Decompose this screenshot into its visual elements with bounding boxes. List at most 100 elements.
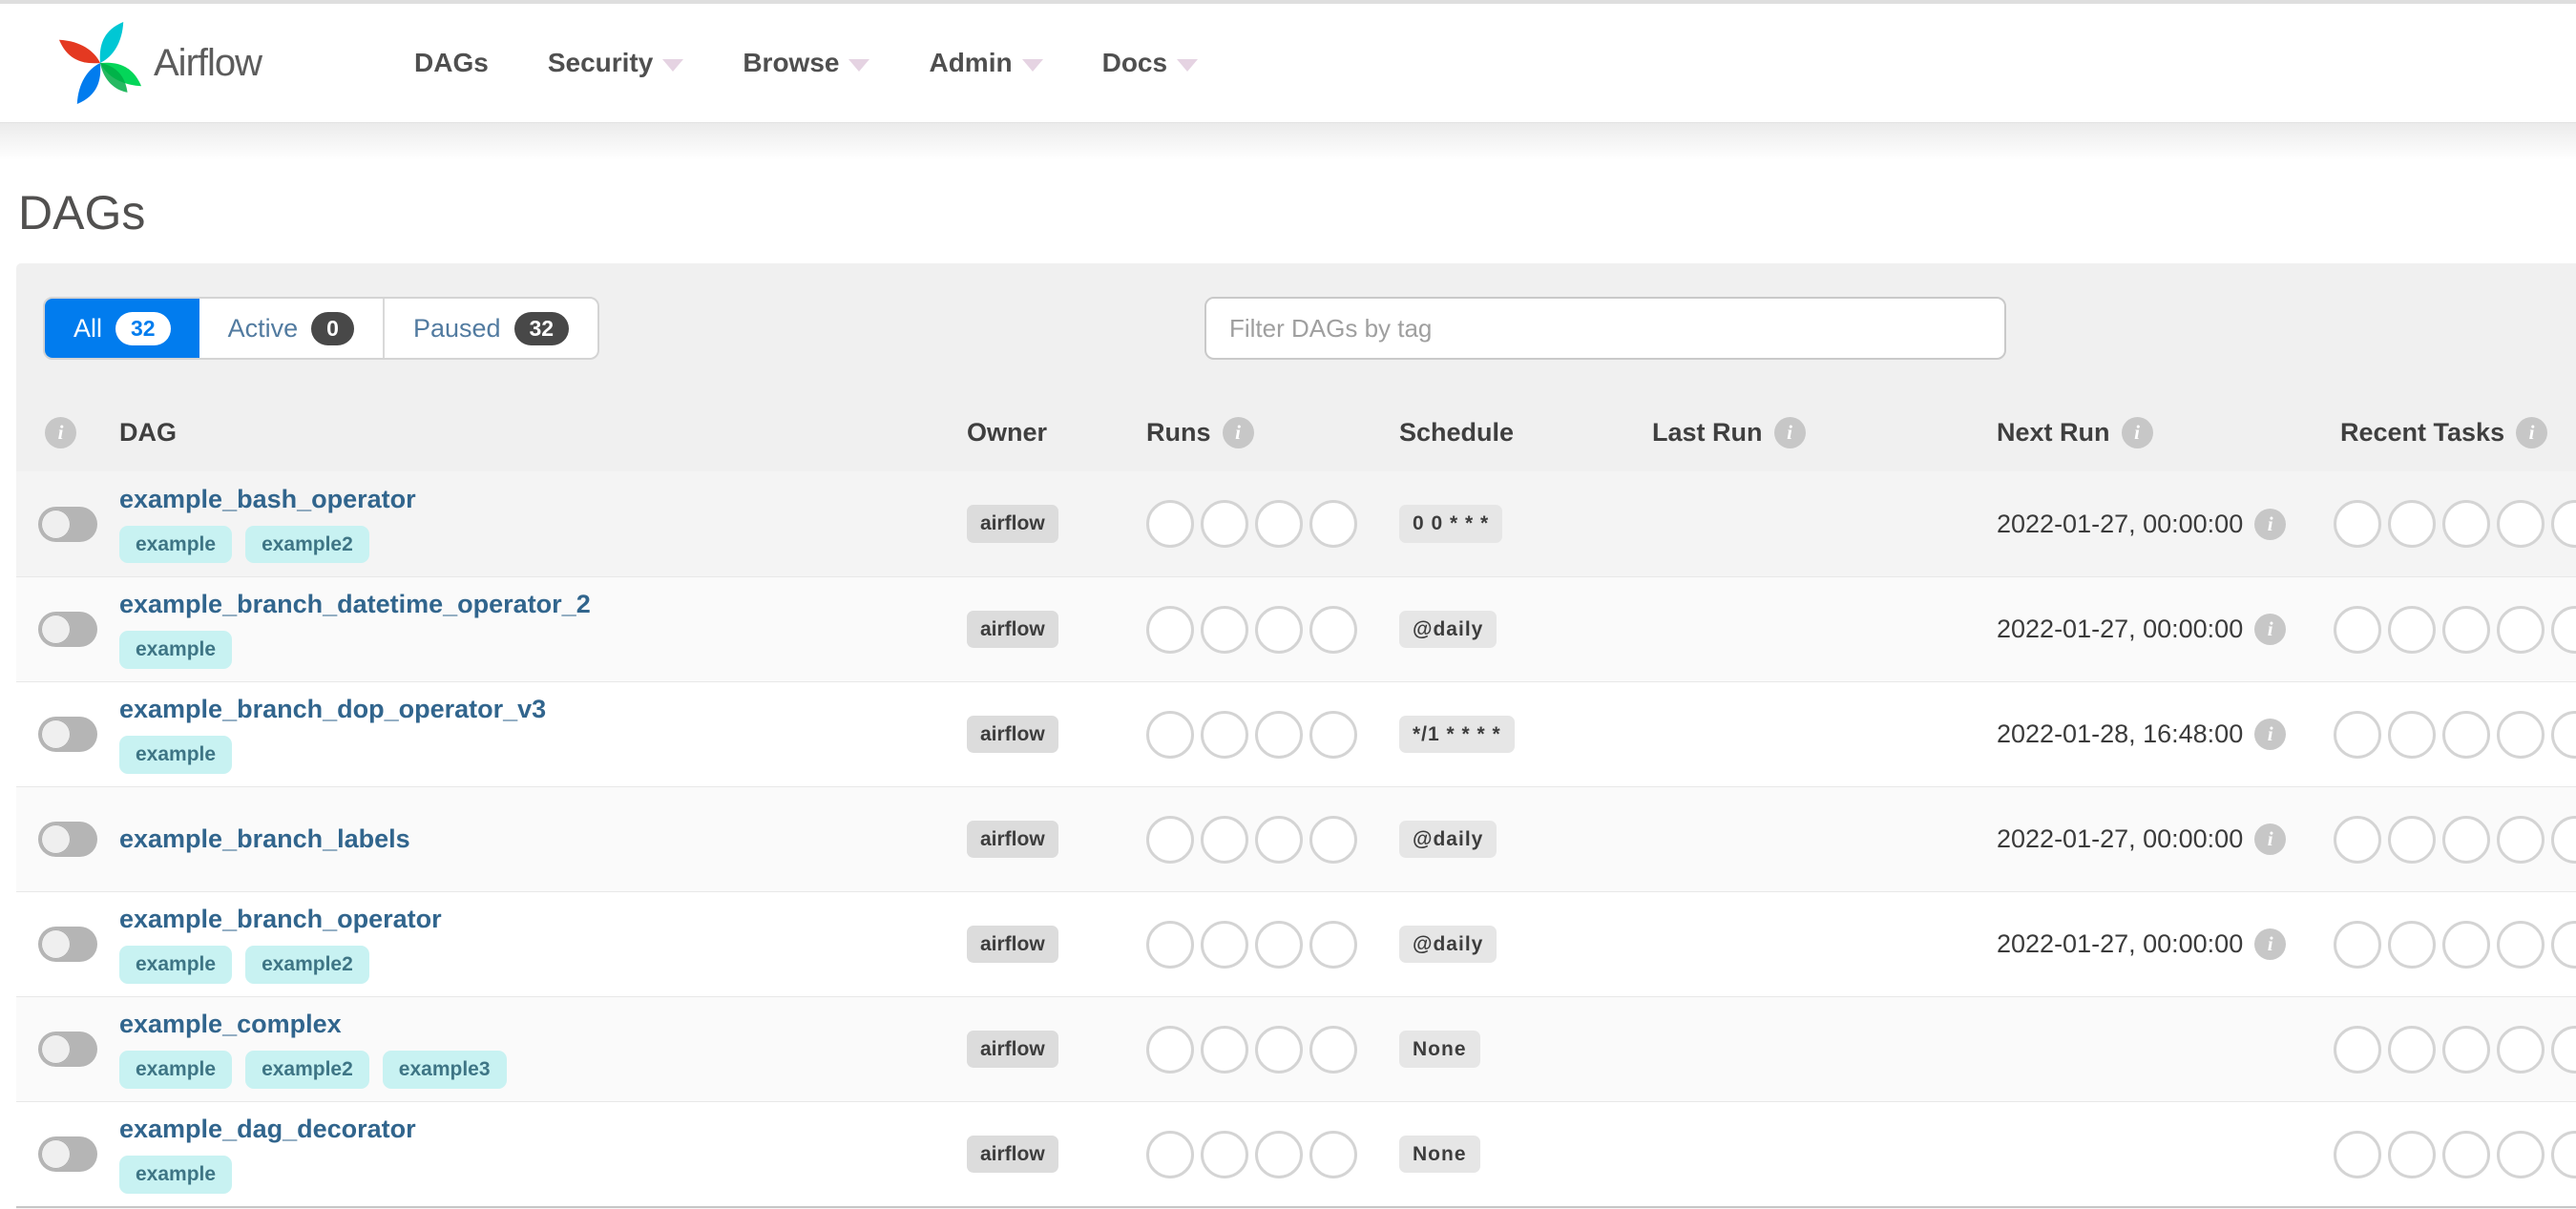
dag-tag-pill[interactable]: example2 [245, 946, 369, 984]
status-circle[interactable] [2551, 605, 2576, 654]
status-circle[interactable] [2497, 920, 2545, 969]
status-circle[interactable] [1309, 605, 1357, 654]
status-circle[interactable] [1146, 815, 1194, 864]
status-circle[interactable] [2497, 500, 2545, 548]
dag-tag-pill[interactable]: example [119, 631, 233, 669]
header-dag[interactable]: DAG [119, 418, 177, 448]
status-circle[interactable] [2442, 605, 2490, 654]
status-circle[interactable] [2442, 920, 2490, 969]
status-circle[interactable] [2442, 500, 2490, 548]
status-circle[interactable] [1255, 500, 1303, 548]
dag-name-link[interactable]: example_complex [119, 1010, 951, 1039]
pause-toggle[interactable] [38, 822, 97, 857]
dag-tag-pill[interactable]: example [119, 736, 233, 774]
status-circle[interactable] [2551, 1130, 2576, 1178]
status-circle[interactable] [2388, 920, 2436, 969]
status-circle[interactable] [2334, 1130, 2381, 1178]
dag-tag-pill[interactable]: example3 [382, 1051, 507, 1089]
dag-tag-pill[interactable]: example [119, 1051, 233, 1089]
pause-toggle[interactable] [38, 506, 97, 542]
status-circle[interactable] [2497, 815, 2545, 864]
status-circle[interactable] [1309, 815, 1357, 864]
tab-all[interactable]: All 32 [45, 299, 199, 358]
status-circle[interactable] [1309, 500, 1357, 548]
status-circle[interactable] [2334, 1025, 2381, 1074]
pause-toggle[interactable] [38, 927, 97, 962]
status-circle[interactable] [1146, 1130, 1194, 1178]
status-circle[interactable] [1201, 1025, 1248, 1074]
dag-tag-pill[interactable]: example [119, 946, 233, 984]
tab-paused[interactable]: Paused 32 [382, 299, 597, 358]
status-circle[interactable] [1201, 920, 1248, 969]
status-circle[interactable] [2551, 815, 2576, 864]
status-circle[interactable] [1255, 710, 1303, 759]
status-circle[interactable] [1201, 1130, 1248, 1178]
status-circle[interactable] [1146, 920, 1194, 969]
status-circle[interactable] [2388, 1025, 2436, 1074]
nav-item-dags[interactable]: DAGs [414, 48, 489, 78]
status-circle[interactable] [2388, 815, 2436, 864]
dag-tag-pill[interactable]: example [119, 525, 233, 564]
dag-name-link[interactable]: example_dag_decorator [119, 1115, 951, 1144]
nav-item-browse[interactable]: Browse [743, 48, 870, 78]
status-circle[interactable] [1255, 1025, 1303, 1074]
status-circle[interactable] [2442, 1025, 2490, 1074]
status-circle[interactable] [2551, 920, 2576, 969]
status-circle[interactable] [1201, 605, 1248, 654]
status-circle[interactable] [2442, 710, 2490, 759]
status-circle[interactable] [1309, 1130, 1357, 1178]
status-circle[interactable] [2551, 1025, 2576, 1074]
pause-toggle[interactable] [38, 1032, 97, 1067]
status-circle[interactable] [1309, 1025, 1357, 1074]
status-circle[interactable] [1201, 500, 1248, 548]
status-circle[interactable] [2442, 1130, 2490, 1178]
status-circle[interactable] [2388, 1130, 2436, 1178]
status-circle[interactable] [2334, 815, 2381, 864]
filter-dags-by-tag-input[interactable] [1204, 297, 2006, 360]
status-circle[interactable] [1146, 605, 1194, 654]
status-circle[interactable] [1255, 605, 1303, 654]
status-circle[interactable] [2551, 710, 2576, 759]
nav-item-security[interactable]: Security [548, 48, 684, 78]
status-circle[interactable] [2551, 500, 2576, 548]
status-circle[interactable] [1146, 1025, 1194, 1074]
pause-toggle[interactable] [38, 612, 97, 647]
status-circle[interactable] [2497, 605, 2545, 654]
status-circle[interactable] [1309, 710, 1357, 759]
nav-item-admin[interactable]: Admin [929, 48, 1043, 78]
status-circle[interactable] [2334, 710, 2381, 759]
status-circle[interactable] [1255, 920, 1303, 969]
status-circle[interactable] [2497, 710, 2545, 759]
dag-tag-pill[interactable]: example2 [245, 525, 369, 564]
dag-name-link[interactable]: example_branch_operator [119, 905, 951, 934]
status-circle[interactable] [1201, 815, 1248, 864]
status-circle[interactable] [1146, 710, 1194, 759]
status-circle[interactable] [2334, 920, 2381, 969]
dag-name-link[interactable]: example_bash_operator [119, 485, 951, 514]
status-circle[interactable] [2388, 500, 2436, 548]
status-circle[interactable] [2497, 1130, 2545, 1178]
pause-toggle[interactable] [38, 1136, 97, 1172]
dag-tag-pill[interactable]: example2 [245, 1051, 369, 1089]
status-circle[interactable] [2497, 1025, 2545, 1074]
dag-name-link[interactable]: example_branch_labels [119, 824, 951, 854]
status-circle[interactable] [1255, 815, 1303, 864]
status-circle[interactable] [2388, 605, 2436, 654]
status-circle[interactable] [2334, 605, 2381, 654]
dag-name-link[interactable]: example_branch_datetime_operator_2 [119, 590, 951, 619]
header-owner[interactable]: Owner [967, 418, 1047, 448]
dag-name-link[interactable]: example_branch_dop_operator_v3 [119, 695, 951, 724]
dag-tag-pill[interactable]: example [119, 1156, 233, 1194]
airflow-brand[interactable]: Airflow [52, 15, 262, 111]
pause-toggle[interactable] [38, 717, 97, 752]
status-circle[interactable] [2334, 500, 2381, 548]
status-circle[interactable] [2442, 815, 2490, 864]
status-circle[interactable] [1201, 710, 1248, 759]
nav-item-docs[interactable]: Docs [1102, 48, 1199, 78]
status-circle[interactable] [1255, 1130, 1303, 1178]
status-circle[interactable] [2388, 710, 2436, 759]
info-icon: i [2121, 416, 2153, 448]
status-circle[interactable] [1146, 500, 1194, 548]
status-circle[interactable] [1309, 920, 1357, 969]
tab-active[interactable]: Active 0 [199, 299, 383, 358]
